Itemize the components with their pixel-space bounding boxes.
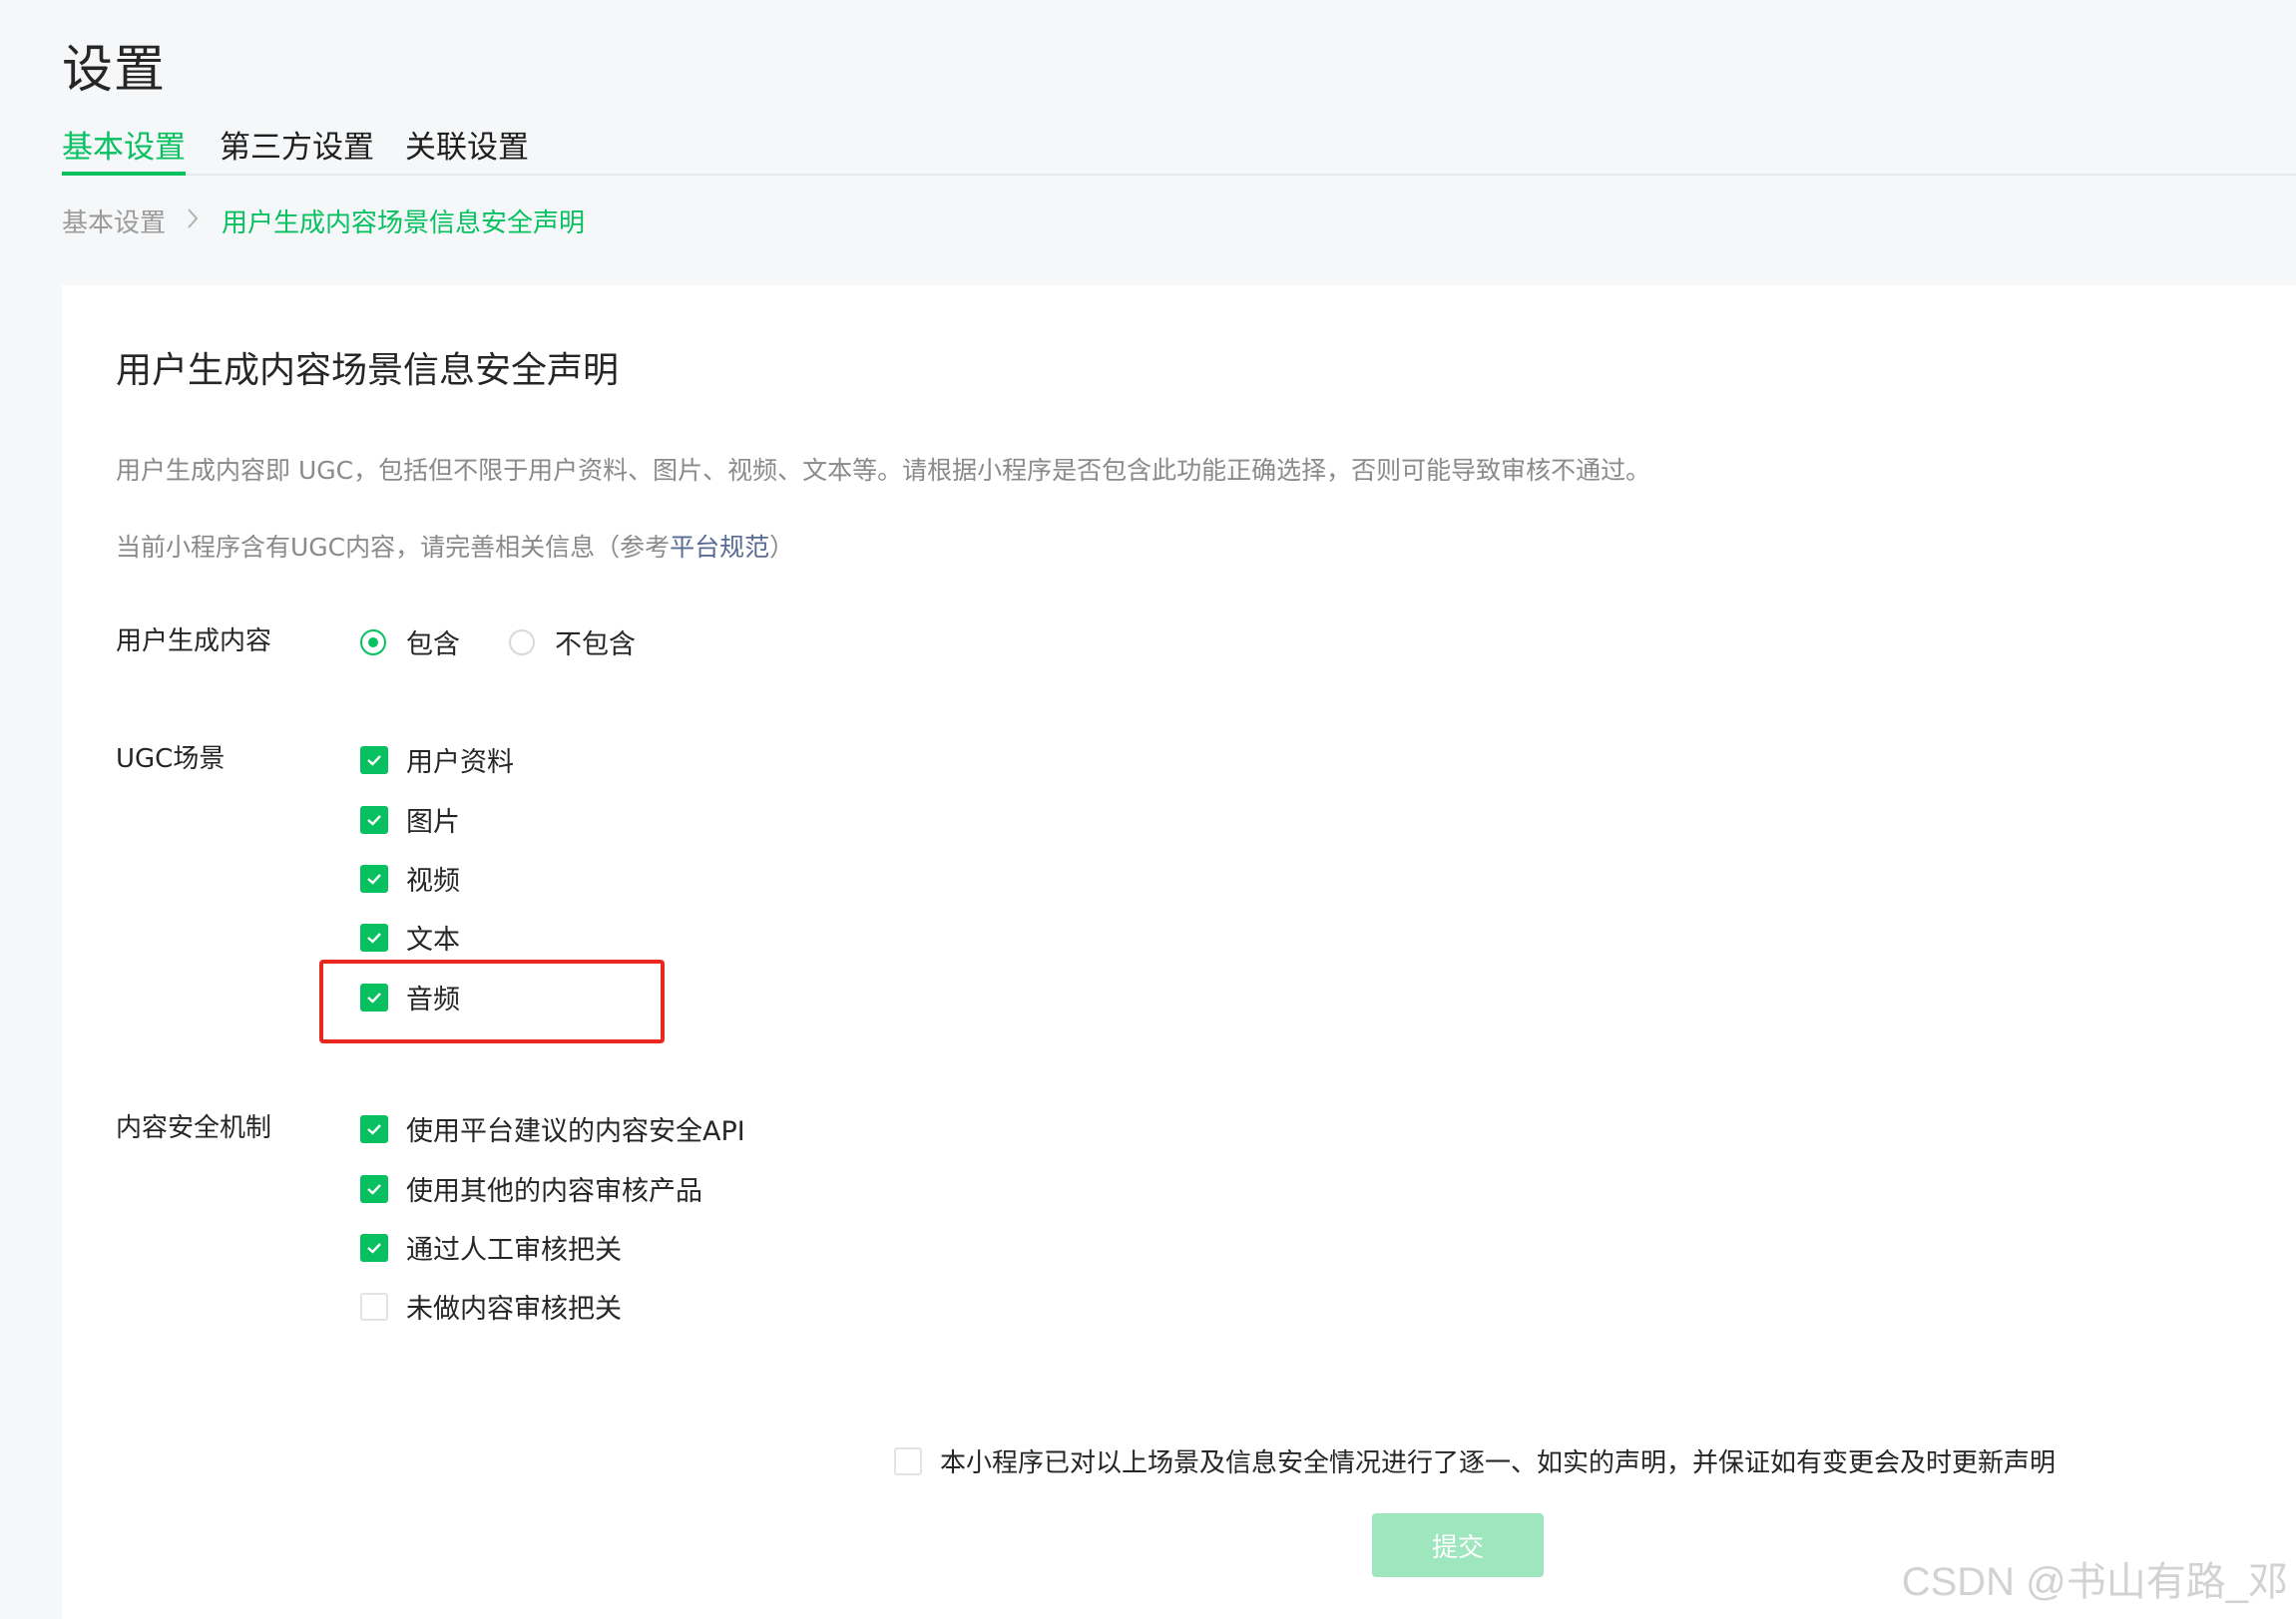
note-prefix: 当前小程序含有UGC内容，请完善相关信息（参考: [116, 533, 671, 562]
page-title: 设置: [62, 41, 167, 100]
checkbox-user-profile-label: 用户资料: [406, 747, 514, 778]
checkbox-manual-review[interactable]: 通过人工审核把关: [360, 1228, 622, 1267]
checkbox-checked-icon: [360, 1114, 388, 1143]
ugc-field-label: 用户生成内容: [116, 626, 272, 656]
mechanism-field-label: 内容安全机制: [116, 1113, 272, 1143]
checkbox-checked-icon: [360, 805, 388, 834]
submit-button[interactable]: 提交: [1372, 1513, 1544, 1577]
checkbox-no-review[interactable]: 未做内容审核把关: [360, 1287, 622, 1326]
radio-selected-icon: [360, 628, 386, 655]
declaration-card: 用户生成内容场景信息安全声明 用户生成内容即 UGC，包括但不限于用户资料、图片…: [62, 285, 2296, 1619]
checkbox-image-label: 图片: [406, 807, 460, 838]
checkbox-other-product-label: 使用其他的内容审核产品: [406, 1176, 702, 1207]
breadcrumb-root-link[interactable]: 基本设置: [62, 202, 166, 239]
section-title: 用户生成内容场景信息安全声明: [116, 350, 620, 391]
tab-third-party-settings[interactable]: 第三方设置: [220, 122, 374, 172]
checkbox-other-product[interactable]: 使用其他的内容审核产品: [360, 1169, 702, 1208]
checkbox-platform-api-label: 使用平台建议的内容安全API: [406, 1116, 745, 1147]
radio-include-label: 包含: [406, 629, 460, 660]
checkbox-checked-icon: [360, 923, 388, 952]
radio-unselected-icon: [509, 628, 535, 655]
tab-basic-settings[interactable]: 基本设置: [62, 122, 186, 176]
checkbox-image[interactable]: 图片: [360, 800, 460, 839]
chevron-right-icon: [186, 206, 200, 236]
checkbox-video[interactable]: 视频: [360, 859, 460, 898]
declaration-label: 本小程序已对以上场景及信息安全情况进行了逐一、如实的声明，并保证如有变更会及时更…: [940, 1448, 2057, 1478]
checkbox-text-label: 文本: [406, 925, 460, 956]
checkbox-platform-api[interactable]: 使用平台建议的内容安全API: [360, 1109, 745, 1148]
checkbox-checked-icon: [360, 1174, 388, 1203]
radio-exclude-label: 不包含: [555, 629, 636, 660]
breadcrumb-current: 用户生成内容场景信息安全声明: [222, 208, 586, 238]
checkbox-checked-icon: [360, 1233, 388, 1262]
note-suffix: ）: [769, 533, 795, 562]
checkbox-checked-icon: [360, 745, 388, 774]
watermark: CSDN @书山有路_邓: [1901, 1560, 2288, 1604]
checkbox-unchecked-icon: [894, 1446, 922, 1475]
checkbox-user-profile[interactable]: 用户资料: [360, 740, 514, 779]
tab-bar: 基本设置 第三方设置 关联设置: [62, 118, 2296, 176]
ugc-description: 用户生成内容即 UGC，包括但不限于用户资料、图片、视频、文本等。请根据小程序是…: [116, 456, 1651, 485]
ugc-note: 当前小程序含有UGC内容，请完善相关信息（参考平台规范）: [116, 528, 794, 564]
tab-association-settings[interactable]: 关联设置: [405, 122, 529, 172]
declaration-checkbox[interactable]: 本小程序已对以上场景及信息安全情况进行了逐一、如实的声明，并保证如有变更会及时更…: [894, 1442, 2056, 1479]
radio-exclude[interactable]: 不包含: [509, 622, 636, 661]
breadcrumb: 基本设置 用户生成内容场景信息安全声明: [62, 202, 585, 239]
checkbox-text[interactable]: 文本: [360, 918, 460, 957]
scene-field-label: UGC场景: [116, 744, 226, 774]
checkbox-manual-review-label: 通过人工审核把关: [406, 1235, 622, 1266]
platform-rules-link[interactable]: 平台规范: [670, 533, 769, 562]
radio-include[interactable]: 包含: [360, 622, 460, 661]
annotation-highlight-box: [319, 960, 665, 1043]
checkbox-unchecked-icon: [360, 1292, 388, 1321]
checkbox-no-review-label: 未做内容审核把关: [406, 1294, 622, 1325]
checkbox-checked-icon: [360, 864, 388, 893]
settings-page: 设置 基本设置 第三方设置 关联设置 基本设置 用户生成内容场景信息安全声明 用…: [0, 0, 2296, 1619]
checkbox-video-label: 视频: [406, 866, 460, 897]
